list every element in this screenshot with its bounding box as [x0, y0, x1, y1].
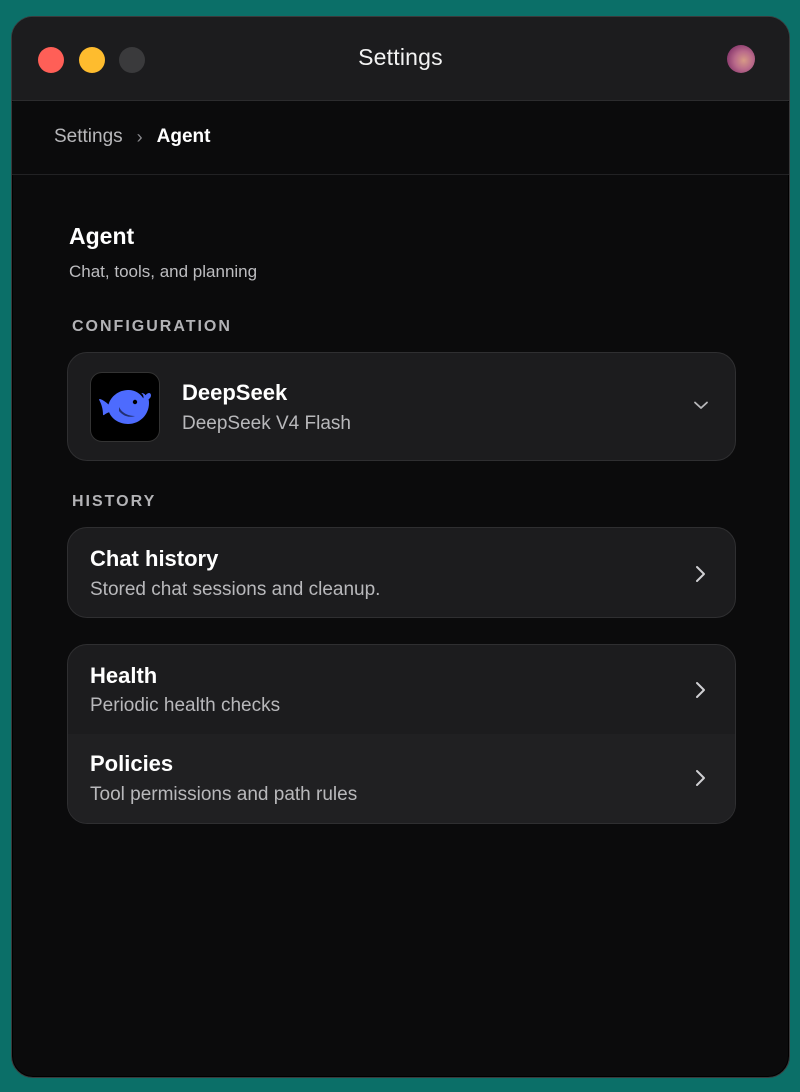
provider-name: DeepSeek — [182, 380, 288, 405]
chat-history-description: Stored chat sessions and cleanup. — [90, 579, 381, 600]
section-label-configuration: CONFIGURATION — [72, 318, 232, 335]
health-item[interactable]: Health Periodic health checks — [68, 645, 735, 734]
page-subtitle: Chat, tools, and planning — [69, 262, 258, 281]
policies-item[interactable]: Policies Tool permissions and path rules — [68, 734, 735, 823]
deepseek-whale-icon — [90, 372, 160, 442]
breadcrumb: Settings › Agent — [54, 126, 210, 148]
policies-description: Tool permissions and path rules — [90, 784, 358, 805]
chevron-down-icon — [694, 401, 708, 409]
health-description: Periodic health checks — [90, 695, 281, 716]
page-title: Agent — [69, 223, 135, 249]
chevron-right-icon — [696, 770, 705, 786]
health-title: Health — [90, 663, 158, 688]
breadcrumb-current: Agent — [156, 126, 211, 147]
settings-group: Health Periodic health checks Policies T… — [67, 644, 736, 824]
chevron-right-icon — [696, 566, 705, 582]
title-bar: Settings — [12, 17, 789, 101]
window-title: Settings — [358, 44, 443, 70]
chat-history-item[interactable]: Chat history Stored chat sessions and cl… — [67, 527, 736, 618]
settings-window: Settings Settings › Agent Agent Chat, to… — [11, 16, 790, 1078]
policies-title: Policies — [90, 751, 174, 776]
provider-select[interactable]: DeepSeek DeepSeek V4 Flash — [67, 352, 736, 461]
breadcrumb-bar: Settings › Agent — [12, 102, 789, 175]
chat-history-title: Chat history — [90, 546, 219, 571]
chevron-right-icon — [696, 682, 705, 698]
provider-model: DeepSeek V4 Flash — [182, 413, 351, 434]
chevron-right-icon: › — [136, 126, 143, 147]
section-label-history: HISTORY — [72, 493, 157, 510]
avatar[interactable] — [727, 45, 755, 73]
breadcrumb-settings-link[interactable]: Settings — [54, 126, 123, 148]
